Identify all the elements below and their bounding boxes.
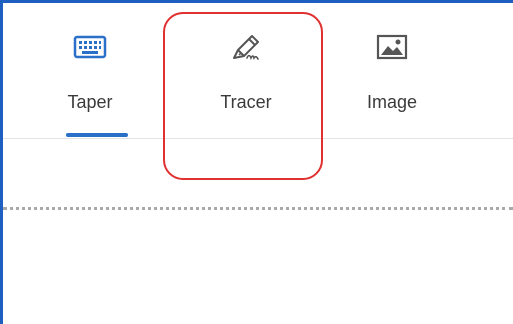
tab-taper[interactable]: Taper	[52, 0, 128, 140]
image-icon	[376, 34, 408, 60]
tab-tracer[interactable]: Tracer	[198, 0, 294, 140]
dotted-divider	[3, 207, 513, 210]
tab-taper-label: Taper	[67, 92, 113, 112]
tab-image[interactable]: Image	[352, 0, 432, 140]
pen-signature-icon	[233, 35, 259, 60]
tab-tracer-label: Tracer	[220, 92, 272, 112]
input-mode-tabs: Taper Tracer Image	[0, 0, 513, 140]
active-tab-indicator	[66, 133, 128, 137]
tab-image-label: Image	[366, 92, 418, 112]
toolbar-strip	[3, 139, 513, 207]
keyboard-icon	[73, 35, 107, 59]
